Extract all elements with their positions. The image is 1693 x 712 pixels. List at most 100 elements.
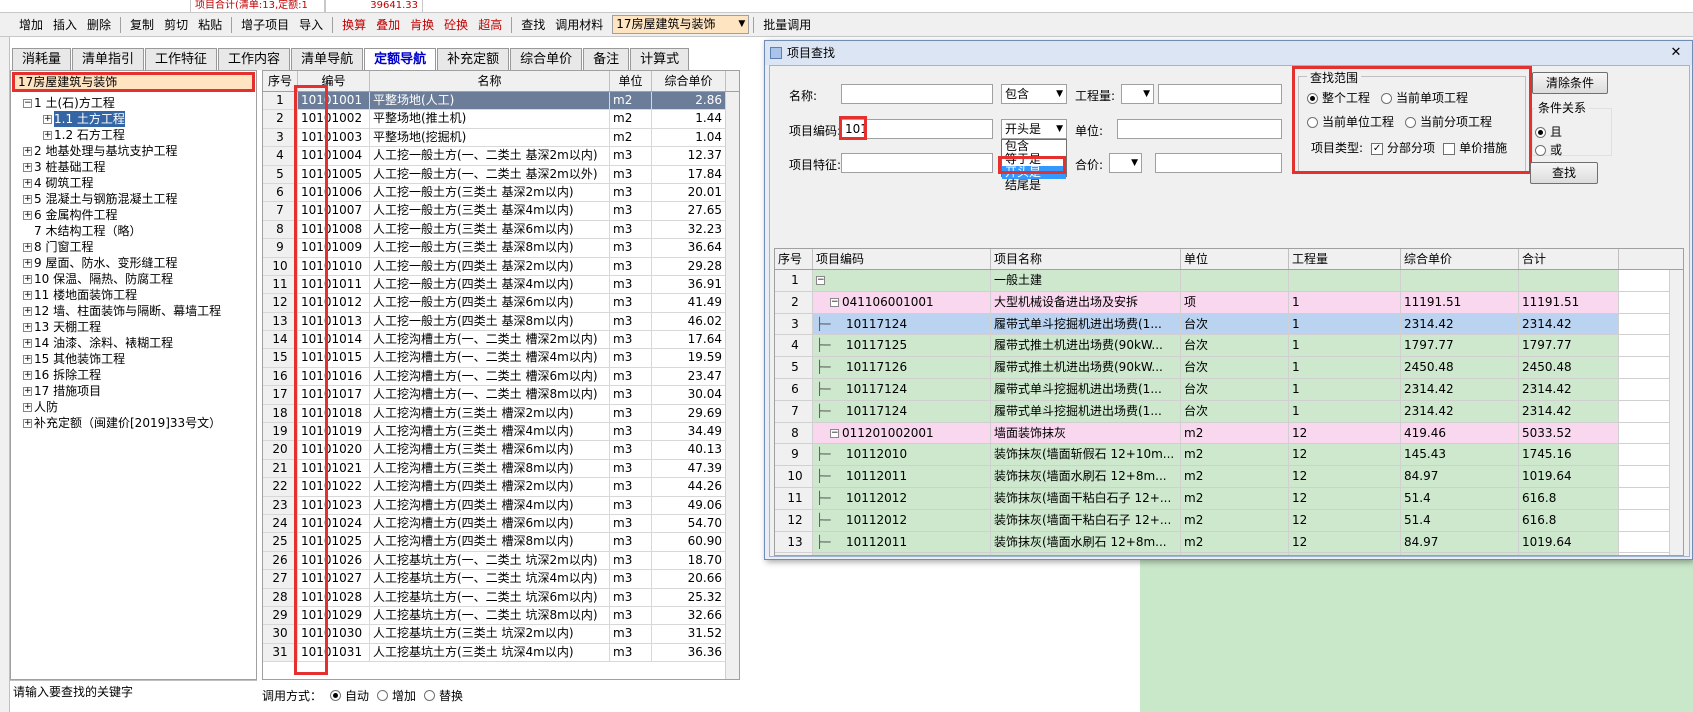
tree-node[interactable]: +4 砌筑工程 bbox=[11, 175, 256, 191]
table-row[interactable]: 26 10101026 人工挖基坑土方(一、二类土 坑深2m以内) m3 18.70 bbox=[263, 551, 739, 571]
expand-icon[interactable]: + bbox=[23, 243, 32, 252]
tab-8[interactable]: 备注 bbox=[583, 48, 630, 70]
feature-input[interactable] bbox=[841, 153, 993, 173]
expand-icon[interactable]: + bbox=[23, 419, 32, 428]
scope-radio[interactable] bbox=[1381, 93, 1392, 104]
tab-7[interactable]: 综合单价 bbox=[510, 48, 583, 70]
expand-icon[interactable]: + bbox=[23, 403, 32, 412]
table-row[interactable]: 4 10101004 人工挖一般土方(一、二类土 基深2m以内) m3 12.37 bbox=[263, 147, 739, 166]
table-row[interactable]: 21 10101021 人工挖沟槽土方(三类土 槽深8m以内) m3 47.39 bbox=[263, 459, 739, 479]
table-row[interactable]: 3 ├─ 10117124 履带式单斗挖掘机进出场费(1... 台次 1 2314.42 2… bbox=[775, 313, 1683, 336]
toolbar-button-6[interactable]: 增子项目 bbox=[236, 15, 294, 35]
close-icon[interactable]: ✕ bbox=[1666, 44, 1686, 61]
quantity-op-select[interactable]: ▼ bbox=[1121, 84, 1154, 104]
table-row[interactable]: 13 10101013 人工挖一般土方(四类土 基深8m以内) m3 46.02 bbox=[263, 312, 739, 332]
total-input[interactable] bbox=[1155, 153, 1282, 173]
table-row[interactable]: 12 ├─ 10112012 装饰抹灰(墙面干粘白石子 12+... m2 12 51.4… bbox=[775, 509, 1683, 532]
total-op-select[interactable]: ▼ bbox=[1109, 153, 1142, 173]
expand-icon[interactable]: + bbox=[23, 307, 32, 316]
table-row[interactable]: 3 10101003 平整场地(挖掘机) m2 1.04 bbox=[263, 128, 739, 148]
code-input[interactable]: 101 bbox=[841, 119, 993, 139]
tree-node[interactable]: −1 土(石)方工程 bbox=[11, 95, 256, 111]
batch-call-button[interactable]: 批量调用 bbox=[758, 15, 816, 35]
table-row[interactable]: 15 10101015 人工挖沟槽土方(一、二类土 槽深4m以内) m3 19.59 bbox=[263, 349, 739, 368]
tree-node[interactable]: +2 地基处理与基坑支护工程 bbox=[11, 143, 256, 159]
dropdown-option[interactable]: 结尾是 bbox=[1002, 179, 1066, 192]
table-row[interactable]: 11 10101011 人工挖一般土方(四类土 基深4m以内) m3 36.91 bbox=[263, 275, 739, 295]
toolbar-button-9[interactable]: 叠加 bbox=[371, 15, 405, 35]
dialog-titlebar[interactable]: 项目查找 ✕ bbox=[765, 41, 1692, 65]
code-match-select[interactable]: 开头是 ▼ bbox=[1001, 119, 1067, 139]
collapse-icon[interactable]: − bbox=[830, 428, 839, 438]
toolbar-button-3[interactable]: 复制 bbox=[125, 15, 159, 35]
table-row[interactable]: 5 ├─ 10117126 履带式推土机进出场费(90kW... 台次 1 2450.48… bbox=[775, 357, 1683, 379]
tree-node[interactable]: +14 油漆、涂料、裱糊工程 bbox=[11, 335, 256, 351]
scope-radio[interactable] bbox=[1307, 93, 1318, 104]
project-type-checkbox[interactable] bbox=[1443, 142, 1456, 155]
table-row[interactable]: 19 10101019 人工挖沟槽土方(三类土 槽深4m以内) m3 34.49 bbox=[263, 423, 739, 442]
table-row[interactable]: 4 ├─ 10117125 履带式推土机进出场费(90kW... 台次 1 1797.77… bbox=[775, 335, 1683, 358]
tree-node[interactable]: +12 墙、柱面装饰与隔断、幕墙工程 bbox=[11, 303, 256, 319]
unit-input[interactable] bbox=[1117, 119, 1282, 139]
tab-9[interactable]: 计算式 bbox=[630, 48, 690, 70]
tab-2[interactable]: 工作特征 bbox=[145, 48, 218, 70]
collapse-icon[interactable]: − bbox=[816, 276, 825, 285]
expand-icon[interactable]: + bbox=[23, 323, 32, 332]
table-row[interactable]: 6 10101006 人工挖一般土方(三类土 基深2m以内) m3 20.01 bbox=[263, 183, 739, 203]
table-row[interactable]: 7 10101007 人工挖一般土方(三类土 基深4m以内) m3 27.65 bbox=[263, 202, 739, 221]
expand-icon[interactable]: + bbox=[23, 195, 32, 204]
name-match-select[interactable]: 包含 ▼ bbox=[1001, 84, 1067, 104]
call-mode-radio[interactable] bbox=[424, 689, 436, 701]
expand-icon[interactable]: + bbox=[23, 179, 32, 188]
expand-icon[interactable]: + bbox=[23, 355, 32, 364]
toolbar-button-8[interactable]: 换算 bbox=[337, 15, 371, 35]
table-row[interactable]: 28 10101028 人工挖基坑土方(一、二类土 坑深6m以内) m3 25.32 bbox=[263, 588, 739, 607]
tree-node[interactable]: +9 屋面、防水、变形缝工程 bbox=[11, 255, 256, 271]
toolbar-button-1[interactable]: 插入 bbox=[48, 15, 82, 35]
tab-3[interactable]: 工作内容 bbox=[218, 48, 291, 70]
tree-node[interactable]: +8 门窗工程 bbox=[11, 239, 256, 255]
tree-node[interactable]: +3 桩基础工程 bbox=[11, 159, 256, 175]
table-row[interactable]: 14├─ 10112025抹灰分格嵌缝(外墙面 木条嵌缝)m2121.2915.… bbox=[775, 553, 1683, 555]
expand-icon[interactable]: + bbox=[23, 211, 32, 220]
table-row[interactable]: 16 10101016 人工挖沟槽土方(一、二类土 槽深6m以内) m3 23.47 bbox=[263, 367, 739, 387]
expand-icon[interactable]: + bbox=[23, 259, 32, 268]
table-row[interactable]: 10 10101010 人工挖一般土方(四类土 基深2m以内) m3 29.28 bbox=[263, 257, 739, 276]
tree-node[interactable]: + 人防 bbox=[11, 399, 256, 415]
left-collapse-strip[interactable] bbox=[0, 37, 10, 712]
table-row[interactable]: 25 10101025 人工挖沟槽土方(四类土 槽深8m以内) m3 60.90 bbox=[263, 533, 739, 552]
clear-conditions-button[interactable]: 清除条件 bbox=[1532, 72, 1608, 94]
table-row[interactable]: 29 10101029 人工挖基坑土方(一、二类土 坑深8m以内) m3 32.66 bbox=[263, 606, 739, 626]
table-row[interactable]: 12 10101012 人工挖一般土方(四类土 基深6m以内) m3 41.49 bbox=[263, 294, 739, 313]
results-scrollbar[interactable] bbox=[1669, 270, 1683, 555]
toolbar-button-12[interactable]: 超高 bbox=[473, 15, 507, 35]
collapse-icon[interactable]: − bbox=[830, 297, 839, 307]
call-mode-radio[interactable] bbox=[330, 689, 342, 701]
collapse-icon[interactable]: − bbox=[23, 99, 32, 108]
table-row[interactable]: 24 10101024 人工挖沟槽土方(四类土 槽深6m以内) m3 54.70 bbox=[263, 514, 739, 534]
tree-node[interactable]: 7 木结构工程（略） bbox=[11, 223, 256, 239]
tree-node[interactable]: +1.1 土方工程 bbox=[11, 111, 256, 127]
toolbar-button-4[interactable]: 剪切 bbox=[159, 15, 193, 35]
table-row[interactable]: 7 ├─ 10117124 履带式单斗挖掘机进出场费(1... 台次 1 2314.42 2… bbox=[775, 400, 1683, 423]
table-row[interactable]: 30 10101030 人工挖基坑土方(三类土 坑深2m以内) m3 31.52 bbox=[263, 625, 739, 644]
tab-6[interactable]: 补充定额 bbox=[437, 48, 510, 70]
tab-4[interactable]: 清单导航 bbox=[291, 48, 364, 70]
toolbar-button-5[interactable]: 粘贴 bbox=[193, 15, 227, 35]
code-match-dropdown[interactable]: 包含 等于是 开头是 结尾是 bbox=[1001, 139, 1067, 192]
tree-node[interactable]: +15 其他装饰工程 bbox=[11, 351, 256, 367]
tree-search-hint[interactable]: 请输入要查找的关键字 bbox=[10, 680, 257, 702]
expand-icon[interactable]: + bbox=[43, 115, 52, 124]
expand-icon[interactable]: + bbox=[23, 147, 32, 156]
toolbar-button-10[interactable]: 肯换 bbox=[405, 15, 439, 35]
toolbar-button-14[interactable]: 调用材料 bbox=[550, 15, 608, 35]
table-row[interactable]: 27 10101027 人工挖基坑土方(一、二类土 坑深4m以内) m3 20.66 bbox=[263, 570, 739, 589]
table-row[interactable]: 18 10101018 人工挖沟槽土方(三类土 槽深2m以内) m3 29.69 bbox=[263, 404, 739, 424]
quota-library-select[interactable]: 17房屋建筑与装饰 bbox=[12, 72, 255, 92]
quota-grid-scrollbar[interactable] bbox=[725, 92, 739, 679]
table-row[interactable]: 1− 一般土建 bbox=[775, 270, 1683, 292]
expand-icon[interactable]: + bbox=[23, 387, 32, 396]
quantity-input[interactable] bbox=[1158, 84, 1282, 104]
tree-node[interactable]: + 补充定额（闽建价[2019]33号文） bbox=[11, 415, 256, 431]
tree-node[interactable]: +6 金属构件工程 bbox=[11, 207, 256, 223]
